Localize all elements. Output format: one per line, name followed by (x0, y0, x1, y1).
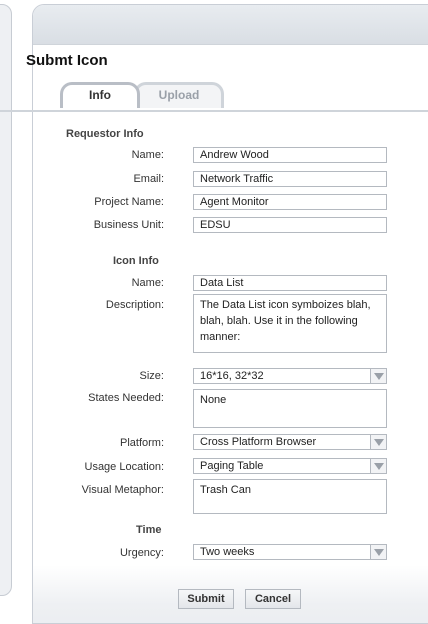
description-line: manner: (200, 331, 241, 343)
icon-name-label: Name: (131, 277, 164, 289)
project-name-label: Project Name: (94, 196, 164, 208)
description-label: Description: (105, 299, 164, 311)
left-sidebar-panel (0, 4, 12, 596)
chevron-down-icon[interactable] (370, 369, 386, 383)
tab-info[interactable]: Info (60, 82, 140, 108)
submit-button[interactable]: Submit (178, 589, 234, 609)
states-needed-textarea[interactable]: None (193, 389, 387, 428)
visual-metaphor-label: Visual Metaphor: (81, 484, 164, 496)
size-label: Size: (139, 370, 164, 382)
icon-name-field[interactable]: Data List (193, 275, 387, 291)
urgency-select[interactable]: Two weeks (193, 544, 387, 560)
chevron-down-icon[interactable] (370, 459, 386, 473)
description-line: blah, blah. Use it in the following (200, 315, 358, 327)
page-title: Submt Icon (26, 52, 108, 69)
section-requestor-info: Requestor Info (66, 128, 144, 140)
requestor-email-field[interactable]: Network Traffic (193, 171, 387, 187)
usage-location-select[interactable]: Paging Table (193, 458, 387, 474)
usage-location-select-value: Paging Table (200, 460, 264, 472)
section-time: Time (136, 524, 162, 536)
business-unit-field[interactable]: EDSU (193, 217, 387, 233)
tab-divider (0, 110, 428, 112)
requestor-name-field[interactable]: Andrew Wood (193, 147, 387, 163)
size-select[interactable]: 16*16, 32*32 (193, 368, 387, 384)
visual-metaphor-textarea[interactable]: Trash Can (193, 479, 387, 514)
urgency-select-value: Two weeks (200, 546, 255, 558)
platform-select-value: Cross Platform Browser (200, 436, 317, 448)
tab-bar: Info Upload (60, 82, 410, 110)
business-unit-label: Business Unit: (93, 219, 164, 231)
requestor-email-label: Email: (133, 173, 164, 185)
urgency-label: Urgency: (119, 547, 164, 559)
states-needed-label: States Needed: (88, 392, 164, 404)
usage-location-label: Usage Location: (84, 461, 165, 473)
requestor-name-label: Name: (131, 149, 164, 161)
description-line: The Data List icon symboizes blah, (200, 299, 371, 311)
window-header-bar (33, 5, 428, 45)
chevron-down-icon[interactable] (370, 545, 386, 559)
cancel-button[interactable]: Cancel (245, 589, 301, 609)
section-icon-info: Icon Info (113, 255, 159, 267)
tab-upload[interactable]: Upload (134, 82, 224, 108)
description-textarea[interactable]: The Data List icon symboizes blah, blah,… (193, 294, 387, 353)
chevron-down-icon[interactable] (370, 435, 386, 449)
platform-label: Platform: (119, 437, 164, 449)
platform-select[interactable]: Cross Platform Browser (193, 434, 387, 450)
size-select-value: 16*16, 32*32 (200, 370, 264, 382)
project-name-field[interactable]: Agent Monitor (193, 194, 387, 210)
